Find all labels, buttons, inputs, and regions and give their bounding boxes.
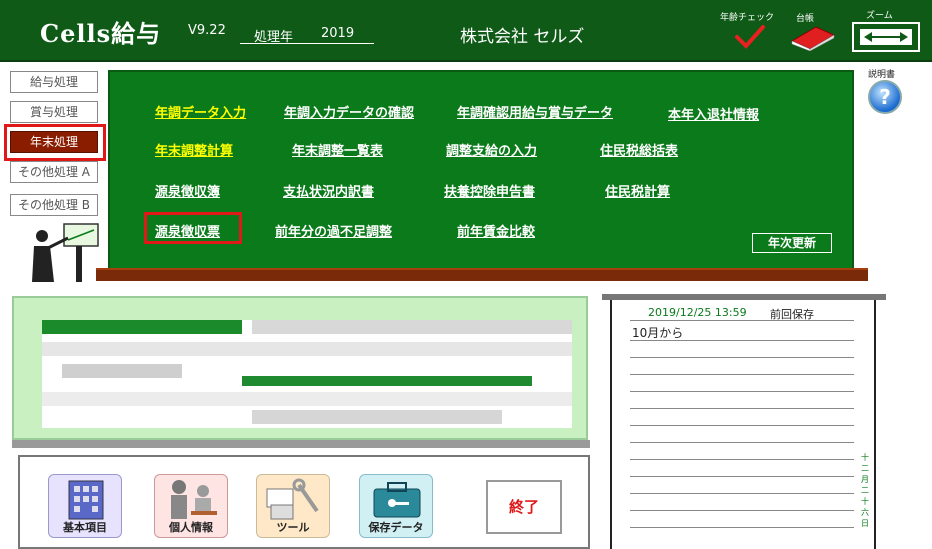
board-shelf [96,268,868,281]
menu-resident-tax-calc[interactable]: 住民税計算 [605,181,670,200]
person-icon [171,480,217,519]
memo-rule [630,408,854,409]
tools-label: ツール [276,521,310,534]
memo-rule [630,493,854,494]
zoom-button[interactable] [852,22,920,52]
zoom-label: ズーム [866,11,893,21]
memo-rule [630,425,854,426]
summary-panel [12,296,588,440]
memo-rule [630,357,854,358]
basic-items-label: 基本項目 [63,521,107,534]
menu-year-end-list[interactable]: 年末調整一覧表 [292,140,383,159]
help-label: 説明書 [868,70,896,80]
app-header: Cells給与 V9.22 処理年 2019 株式会社 セルズ 年齢チェック 台… [0,0,932,62]
memo-rule [630,374,854,375]
selection-highlight [4,124,106,161]
summary-shelf [12,440,590,448]
memo-rule [630,510,854,511]
menu-withholding-ledger[interactable]: 源泉徴収簿 [155,181,220,200]
menu-year-end-calc[interactable]: 年末調整計算 [155,140,233,159]
menu-payment-breakdown[interactable]: 支払状況内訳書 [283,181,374,200]
sidebar-item-other-a[interactable]: その他処理 A [10,161,98,183]
briefcase-icon [373,482,421,518]
resize-arrows-icon [860,29,912,45]
sidebar-item-salary[interactable]: 給与処理 [10,71,98,93]
summary-blurred-content [42,320,572,428]
age-check-label: 年齢チェック [720,13,775,23]
menu-join-leave-info[interactable]: 本年入退社情報 [668,104,759,123]
presenter-illustration [32,223,99,282]
saved-data-button[interactable]: 保存データ [359,474,433,538]
saved-data-label: 保存データ [368,521,424,534]
menu-adjustment-payment[interactable]: 調整支給の入力 [446,140,537,159]
memo-vertical-date: 十二月二十六日 [861,453,869,528]
exit-button[interactable]: 終了 [486,480,562,534]
memo-rule [630,340,854,341]
app-title: Cells給与 [40,19,162,48]
menu-prior-year-adjustment[interactable]: 前年分の過不足調整 [275,221,392,240]
memo-saved-date: 2019/12/25 13:59 [648,306,747,319]
memo-rule [630,391,854,392]
selection-highlight-withholding [144,212,242,244]
year-underline [240,43,374,44]
processing-year-value[interactable]: 2019 [321,26,354,41]
memo-rule [630,320,854,321]
book-icon[interactable] [790,23,836,51]
menu-resident-tax-summary[interactable]: 住民税総括表 [600,140,678,159]
building-icon [68,480,104,520]
sidebar-item-other-b[interactable]: その他処理 B [10,194,98,216]
personal-info-label: 個人情報 [169,521,213,534]
company-name: 株式会社 セルズ [460,27,585,47]
personal-info-button[interactable]: 個人情報 [154,474,228,538]
version-label: V9.22 [188,23,226,38]
menu-dependent-declaration[interactable]: 扶養控除申告書 [444,181,535,200]
menu-nencho-salary-bonus-data[interactable]: 年調確認用給与賞与データ [457,102,613,121]
memo-rule [630,476,854,477]
memo-rule [630,459,854,460]
memo-text-line[interactable]: 10月から [632,324,683,341]
checkmark-icon[interactable] [734,24,766,50]
tools-icon [266,478,319,520]
basic-items-button[interactable]: 基本項目 [48,474,122,538]
help-icon[interactable]: ? [868,80,902,114]
memo-rule [630,527,854,528]
annual-update-button[interactable]: 年次更新 [752,233,832,253]
sidebar-item-bonus[interactable]: 賞与処理 [10,101,98,123]
menu-prior-year-wage-compare[interactable]: 前年賃金比較 [457,221,535,240]
memo-rule [630,442,854,443]
menu-nencho-data-input[interactable]: 年調データ入力 [155,102,246,121]
menu-nencho-input-confirm[interactable]: 年調入力データの確認 [284,102,414,121]
tools-button[interactable]: ツール [256,474,330,538]
